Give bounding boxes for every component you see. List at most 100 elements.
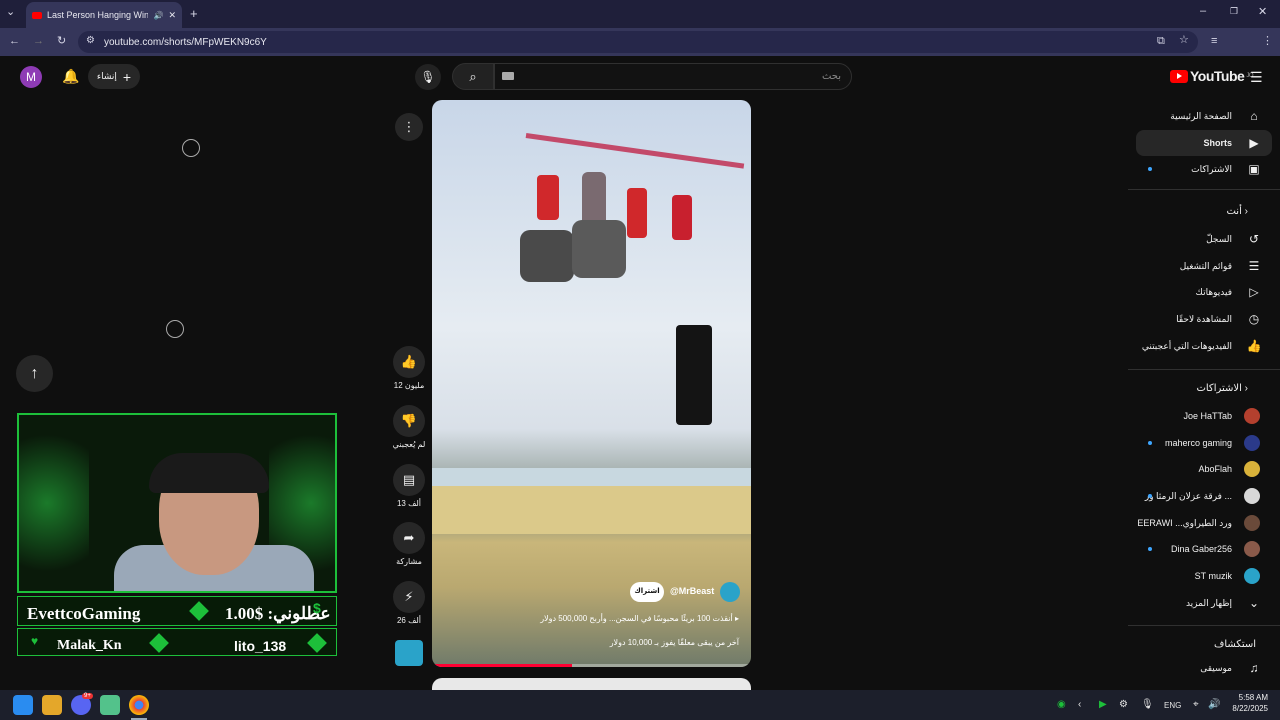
- remix-icon[interactable]: ⚡: [393, 581, 425, 613]
- remix-action[interactable]: ⚡ 26 ألف: [393, 581, 425, 625]
- next-short-preview[interactable]: [432, 678, 751, 690]
- search-input[interactable]: بحث: [494, 63, 852, 90]
- restore-icon[interactable]: ❐: [1230, 7, 1238, 16]
- voice-search-mic-icon[interactable]: 🎙: [415, 64, 441, 90]
- webcam-overlay: [17, 413, 337, 593]
- sidebar-item-history[interactable]: السجلّ ↺: [1136, 226, 1272, 252]
- speaker-icon[interactable]: 🔊: [153, 11, 163, 20]
- donor-right: lito_138: [234, 638, 287, 654]
- url-bar[interactable]: ⚙ youtube.com/shorts/MFpWEKN9c6Y: [78, 31, 1198, 53]
- sidebar-subscription-item[interactable]: Joe HaTTab: [1136, 403, 1272, 429]
- sidebar-item-label: فيديوهاتك: [1195, 286, 1232, 297]
- clock[interactable]: 5:58 AM 8/22/2025: [1224, 693, 1268, 713]
- subscribe-button[interactable]: اشتراك: [630, 582, 664, 602]
- site-info-icon[interactable]: ⚙: [86, 36, 95, 46]
- back-icon[interactable]: ←: [9, 36, 20, 47]
- plus-icon: +: [122, 68, 132, 85]
- language-indicator[interactable]: ENG: [1164, 701, 1181, 710]
- playlists-icon: ☰: [1248, 259, 1260, 273]
- install-app-icon[interactable]: ⧉: [1157, 36, 1165, 47]
- sidebar-item-label: المشاهدة لاحقًا: [1176, 313, 1232, 324]
- sidebar-item-subscriptions[interactable]: الاشتراكات ▣: [1136, 156, 1272, 182]
- tray-app-icon[interactable]: ◉: [1057, 699, 1066, 710]
- dislike-icon[interactable]: 👎: [393, 405, 425, 437]
- tab-search-icon[interactable]: ⌄: [6, 7, 15, 18]
- channel-avatar: [1244, 408, 1260, 424]
- short-title-line1[interactable]: أنقذت 100 بريئًا محبوسًا في السجن... وأر…: [540, 614, 739, 623]
- tray-steam-icon[interactable]: ⚙: [1119, 699, 1128, 710]
- sidebar-subscription-item[interactable]: ST muzik: [1136, 563, 1272, 589]
- more-options-icon[interactable]: ⋮: [395, 113, 423, 141]
- file-explorer-icon[interactable]: [42, 695, 62, 715]
- notifications-bell-icon[interactable]: 🔔: [62, 68, 79, 85]
- chrome-icon[interactable]: [129, 695, 149, 715]
- channel-avatar[interactable]: [720, 582, 740, 602]
- you-section-header[interactable]: أنت ›: [1136, 206, 1272, 217]
- search-placeholder: بحث: [821, 71, 841, 82]
- sound-thumbnail[interactable]: [395, 640, 423, 666]
- minimize-icon[interactable]: –: [1200, 6, 1206, 17]
- android-app-icon[interactable]: [100, 695, 120, 715]
- guide-menu-icon[interactable]: ☰: [1250, 69, 1263, 86]
- like-icon[interactable]: 👍: [393, 346, 425, 378]
- bookmark-star-icon[interactable]: ☆: [1179, 35, 1189, 46]
- previous-short-button[interactable]: ↑: [16, 355, 53, 392]
- new-tab-icon[interactable]: +: [190, 7, 198, 20]
- sidebar-item-label: EERAWI ...ورد الطيراوي: [1137, 517, 1232, 528]
- sidebar-show-more[interactable]: إظهار المزيد ⌄: [1136, 590, 1272, 616]
- forward-icon[interactable]: →: [33, 36, 44, 47]
- tray-overflow-icon[interactable]: ‹: [1078, 699, 1081, 710]
- comments-action[interactable]: ▤ 13 ألف: [393, 464, 425, 508]
- clock-time: 5:58 AM: [1238, 693, 1268, 702]
- section-header-text: الاشتراكات: [1196, 383, 1242, 394]
- network-icon[interactable]: ⌖: [1193, 699, 1199, 710]
- url-text: youtube.com/shorts/MFpWEKN9c6Y: [104, 36, 267, 48]
- sidebar-item-your-videos[interactable]: فيديوهاتك ▷: [1136, 279, 1272, 305]
- dislike-label: لم يُعجبني: [392, 440, 426, 449]
- sidebar-item-shorts[interactable]: Shorts ▶: [1136, 130, 1272, 156]
- sidebar-subscription-item[interactable]: maherco gaming: [1136, 430, 1272, 456]
- reading-list-icon[interactable]: ≡: [1211, 36, 1217, 47]
- youtube-logo[interactable]: YouTube JO: [1170, 68, 1253, 84]
- tab-close-icon[interactable]: ✕: [168, 10, 176, 21]
- search-button[interactable]: ⌕: [452, 63, 494, 90]
- sidebar-item-music[interactable]: موسيقى ♫: [1136, 655, 1272, 681]
- sidebar-subscription-item[interactable]: AboFlah: [1136, 456, 1272, 482]
- swing-seat: [520, 230, 574, 282]
- channel-avatar: [1244, 568, 1260, 584]
- sidebar-subscription-item[interactable]: Dina Gaber256: [1136, 536, 1272, 562]
- channel-avatar: [1244, 488, 1260, 504]
- comment-icon[interactable]: ▤: [393, 464, 425, 496]
- sidebar-subscription-item[interactable]: فرقة عزلان الرمثا ور ...: [1136, 483, 1272, 509]
- account-avatar[interactable]: M: [20, 66, 42, 88]
- search-icon: ⌕: [469, 68, 477, 84]
- tray-play-icon[interactable]: ▶: [1099, 699, 1107, 710]
- reload-icon[interactable]: ↻: [57, 36, 66, 47]
- dislike-action[interactable]: 👎 لم يُعجبني: [393, 405, 425, 449]
- tray-mic-icon[interactable]: 🎙: [1141, 699, 1154, 710]
- keyboard-icon[interactable]: [502, 72, 514, 80]
- sidebar-item-liked-videos[interactable]: الفيديوهات التي أعجبتني 👍: [1136, 333, 1272, 359]
- sidebar-item-watch-later[interactable]: المشاهدة لاحقًا ◷: [1136, 306, 1272, 332]
- home-icon: ⌂: [1250, 109, 1258, 123]
- windows-start-icon[interactable]: [13, 695, 33, 715]
- browser-menu-icon[interactable]: ⋮: [1262, 36, 1273, 47]
- window-close-icon[interactable]: ✕: [1258, 7, 1267, 18]
- streamer-name: EvettcoGaming: [27, 604, 141, 623]
- share-icon[interactable]: ➦: [393, 522, 425, 554]
- tab-title: Last Person Hanging Wins $: [47, 10, 149, 20]
- create-label: إنشاء: [96, 71, 117, 81]
- like-action[interactable]: 👍 12 مليون: [393, 346, 425, 390]
- subscriptions-section-header[interactable]: الاشتراكات ›: [1136, 383, 1272, 394]
- volume-icon[interactable]: 🔊: [1208, 699, 1220, 710]
- sidebar-item-home[interactable]: الصفحة الرئيسية ⌂: [1136, 103, 1272, 129]
- create-button[interactable]: إنشاء +: [88, 64, 140, 89]
- sidebar-item-playlists[interactable]: قوائم التشغيل ☰: [1136, 253, 1272, 279]
- sidebar-subscription-item[interactable]: EERAWI ...ورد الطيراوي: [1136, 510, 1272, 536]
- short-video-player[interactable]: @MrBeast اشتراك أنقذت 100 بريئًا محبوسًا…: [432, 100, 751, 667]
- channel-avatar: [1244, 515, 1260, 531]
- share-action[interactable]: ➦ مشاركة: [393, 522, 425, 566]
- new-content-dot: [1148, 167, 1152, 171]
- channel-name[interactable]: @MrBeast: [670, 586, 714, 596]
- browser-tab[interactable]: Last Person Hanging Wins $ 🔊 ✕: [26, 2, 182, 28]
